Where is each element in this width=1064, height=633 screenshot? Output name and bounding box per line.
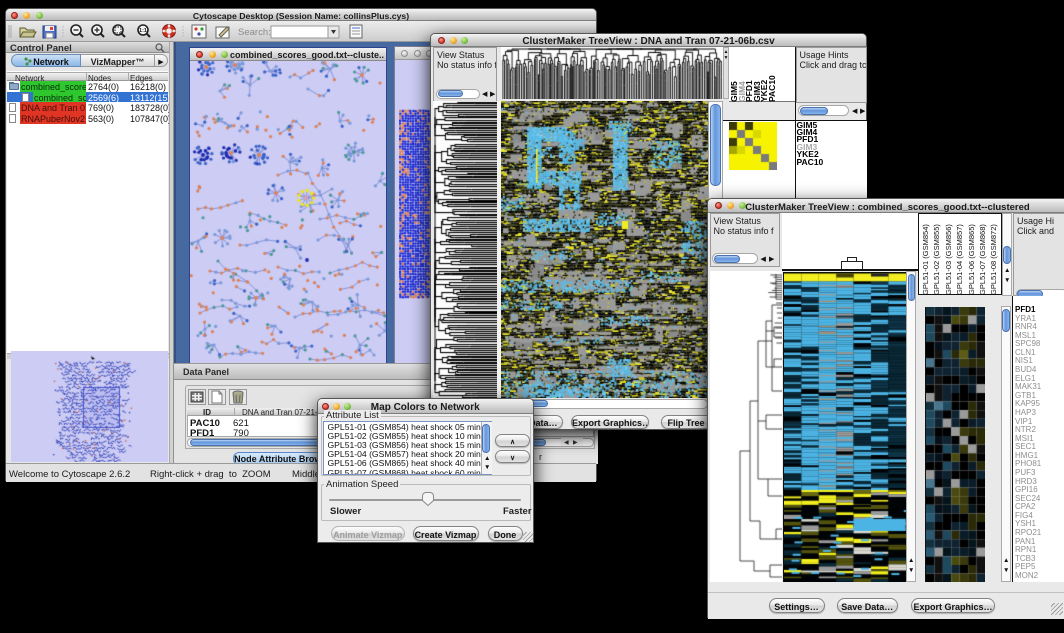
svg-text:1:1: 1:1 <box>139 28 147 34</box>
svg-text:Search:: Search: <box>238 27 271 38</box>
